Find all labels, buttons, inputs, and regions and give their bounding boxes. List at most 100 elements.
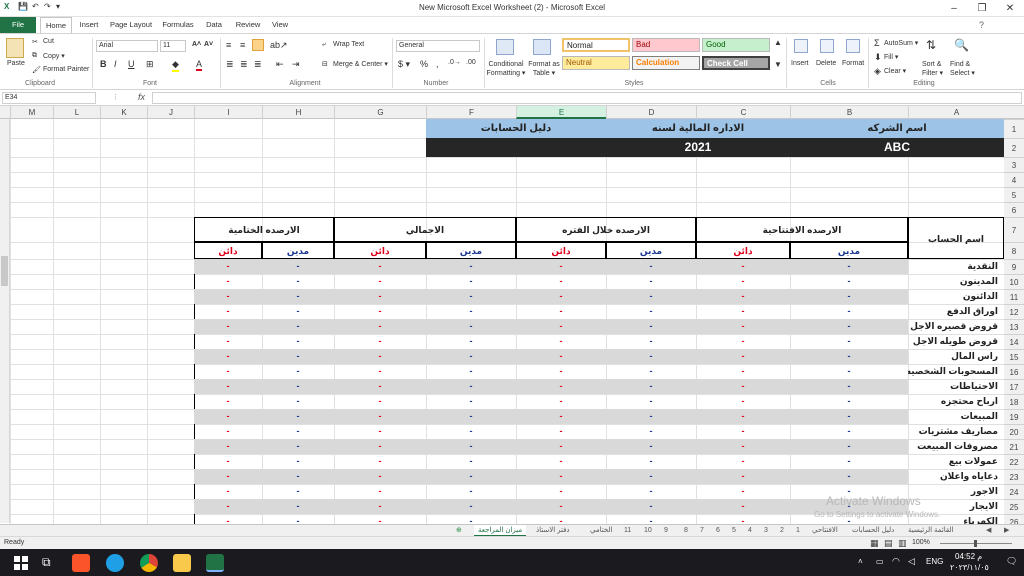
underline-icon[interactable]: U — [128, 59, 135, 69]
cut-icon[interactable]: ✂ — [32, 38, 38, 46]
row-header-3[interactable]: 3 — [1004, 157, 1024, 172]
row-header-21[interactable]: 21 — [1004, 439, 1024, 454]
fill-icon[interactable]: ⬇ — [874, 52, 882, 63]
decrease-indent-icon[interactable]: ⇤ — [276, 59, 284, 70]
percent-icon[interactable]: % — [420, 59, 428, 69]
increase-decimal-icon[interactable]: .0→ — [448, 59, 461, 66]
align-bottom-icon[interactable] — [252, 39, 264, 51]
column-header-d[interactable]: D — [606, 106, 696, 119]
fill-button[interactable]: Fill ▾ — [884, 53, 898, 61]
italic-icon[interactable]: I — [114, 59, 117, 69]
format-as-table-button[interactable]: Format as Table ▾ — [528, 60, 560, 78]
row-header-7[interactable]: 7 — [1004, 217, 1024, 242]
windows-start-icon[interactable] — [14, 556, 28, 570]
align-top-icon[interactable]: ≡ — [226, 40, 231, 50]
normal-view-icon[interactable]: ▦ — [870, 538, 879, 549]
format-painter-icon[interactable]: 🖌 — [32, 66, 41, 74]
network-icon[interactable]: ▭ — [876, 557, 884, 566]
page-break-view-icon[interactable]: ▥ — [898, 538, 907, 549]
clock-time[interactable]: 04:52 م — [955, 552, 982, 561]
currency-icon[interactable]: $ ▾ — [398, 59, 410, 70]
tray-chevron-icon[interactable]: ˄ — [858, 557, 863, 566]
font-color-icon[interactable]: A — [196, 59, 203, 71]
style-check-cell[interactable]: Check Cell — [702, 56, 770, 70]
font-name-select[interactable]: Arial — [96, 40, 158, 52]
restore-icon[interactable]: ❐ — [968, 0, 996, 17]
insert-cells-icon[interactable] — [794, 39, 808, 53]
tab-formulas[interactable]: Formulas — [160, 17, 196, 33]
format-cells-button[interactable]: Format — [842, 60, 864, 67]
column-header-a[interactable]: A — [908, 106, 1004, 119]
formula-input[interactable] — [152, 92, 1022, 104]
row-header-11[interactable]: 11 — [1004, 289, 1024, 304]
help-icon[interactable]: ? — [979, 20, 984, 30]
conditional-formatting-icon[interactable] — [496, 39, 514, 55]
align-center-icon[interactable]: ≣ — [240, 59, 248, 70]
increase-indent-icon[interactable]: ⇥ — [292, 59, 300, 70]
style-calculation[interactable]: Calculation — [632, 56, 700, 70]
find-select-button[interactable]: Find & Select ▾ — [950, 60, 976, 78]
file-explorer-icon[interactable] — [173, 554, 191, 572]
style-bad[interactable]: Bad — [632, 38, 700, 52]
close-icon[interactable]: ✕ — [996, 0, 1024, 17]
row-header-14[interactable]: 14 — [1004, 334, 1024, 349]
tab-page-layout[interactable]: Page Layout — [108, 17, 154, 33]
comma-icon[interactable]: , — [436, 59, 439, 69]
row-header-1[interactable]: 1 — [1004, 119, 1024, 138]
row-header-6[interactable]: 6 — [1004, 202, 1024, 217]
vertical-scrollbar[interactable] — [0, 119, 10, 523]
orientation-icon[interactable]: ab↗ — [270, 40, 288, 51]
row-header-16[interactable]: 16 — [1004, 364, 1024, 379]
delete-cells-button[interactable]: Delete — [816, 60, 836, 67]
page-layout-view-icon[interactable]: ▤ — [884, 538, 893, 549]
column-header-m[interactable]: M — [10, 106, 53, 119]
column-header-i[interactable]: I — [194, 106, 262, 119]
wrap-text-button[interactable]: Wrap Text — [333, 41, 364, 48]
row-header-15[interactable]: 15 — [1004, 349, 1024, 364]
grow-font-icon[interactable]: A˄ — [192, 41, 201, 48]
chrome-browser-icon[interactable] — [140, 554, 158, 572]
row-header-9[interactable]: 9 — [1004, 259, 1024, 274]
style-good[interactable]: Good — [702, 38, 770, 52]
tab-data[interactable]: Data — [202, 17, 226, 33]
paste-icon[interactable] — [6, 38, 24, 58]
insert-cells-button[interactable]: Insert — [791, 60, 809, 67]
copy-button[interactable]: Copy ▾ — [43, 52, 65, 60]
formula-cancel-icon[interactable]: ⋮ — [112, 93, 119, 101]
row-header-24[interactable]: 24 — [1004, 484, 1024, 499]
row-header-20[interactable]: 20 — [1004, 424, 1024, 439]
zoom-slider-thumb[interactable] — [974, 540, 977, 547]
row-header-4[interactable]: 4 — [1004, 172, 1024, 187]
column-header-c[interactable]: C — [696, 106, 790, 119]
wrap-text-icon[interactable]: ⤶ — [322, 41, 326, 49]
name-box[interactable]: E34 — [2, 92, 96, 104]
merge-center-icon[interactable]: ⊟ — [322, 60, 328, 68]
tab-view[interactable]: View — [268, 17, 292, 33]
volume-icon[interactable]: ◁ — [908, 556, 915, 567]
conditional-formatting-button[interactable]: Conditional Formatting ▾ — [486, 60, 526, 78]
merge-center-button[interactable]: Merge & Center ▾ — [333, 60, 388, 68]
task-view-icon[interactable]: ⧉ — [42, 555, 51, 570]
decrease-decimal-icon[interactable]: .00 — [466, 59, 476, 66]
notification-icon[interactable]: 🗨 — [1006, 556, 1017, 567]
row-header-22[interactable]: 22 — [1004, 454, 1024, 469]
edge-browser-icon[interactable] — [106, 554, 124, 572]
insert-function-icon[interactable]: fx — [138, 92, 145, 102]
fill-color-icon[interactable]: ◆ — [172, 59, 179, 72]
column-header-k[interactable]: K — [100, 106, 147, 119]
clock-date[interactable]: ٢٠٢٣/١١/٠٥ — [950, 563, 989, 572]
row-header-8[interactable]: 8 — [1004, 242, 1024, 259]
column-header-j[interactable]: J — [147, 106, 194, 119]
row-header-2[interactable]: 2 — [1004, 138, 1024, 157]
align-middle-icon[interactable]: ≡ — [240, 40, 245, 50]
column-header-h[interactable]: H — [262, 106, 334, 119]
row-header-19[interactable]: 19 — [1004, 409, 1024, 424]
zoom-level[interactable]: 100% — [912, 539, 930, 546]
row-header-5[interactable]: 5 — [1004, 187, 1024, 202]
wifi-icon[interactable]: ◠ — [892, 556, 900, 567]
sort-filter-icon[interactable]: ⇅ — [926, 38, 936, 52]
styles-scroll-up-icon[interactable]: ▲ — [774, 38, 782, 47]
find-select-icon[interactable]: 🔍 — [954, 38, 969, 52]
worksheet-grid[interactable]: MLKJIHGFEDCBA 1 2 3 4 5 6 7 8 9 10 11 12 13 14 15 16 17 1… — [0, 106, 1024, 524]
row-header-18[interactable]: 18 — [1004, 394, 1024, 409]
